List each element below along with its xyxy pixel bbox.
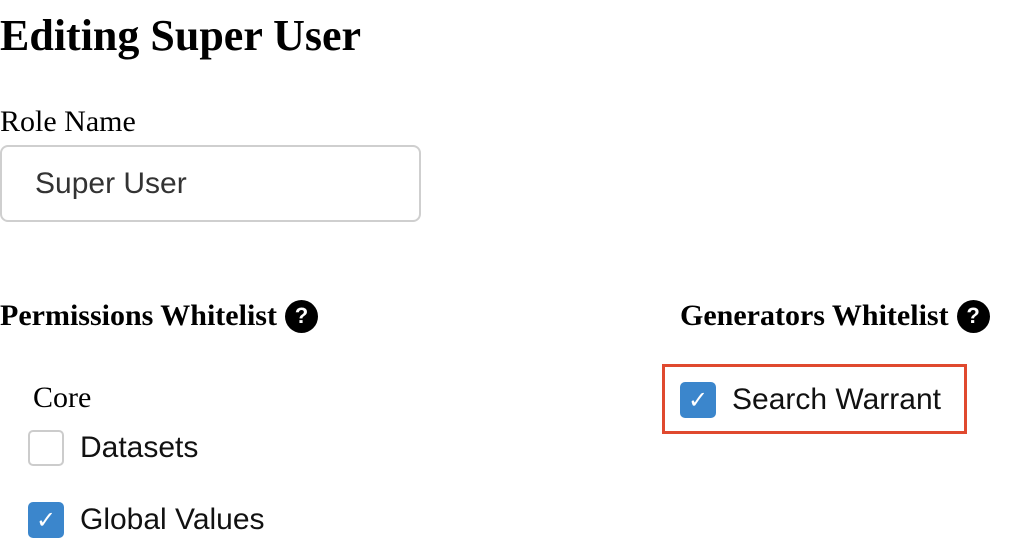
search-warrant-generator-option[interactable]: ✓ Search Warrant [680, 382, 941, 418]
permissions-whitelist-heading: Permissions Whitelist ? [0, 298, 318, 334]
permission-group-core-label: Core [33, 381, 92, 414]
datasets-checkbox-label: Datasets [80, 431, 199, 464]
generators-whitelist-heading: Generators Whitelist ? [680, 298, 990, 334]
global-values-checkbox-label: Global Values [80, 503, 265, 536]
global-values-permission-option[interactable]: ✓ Global Values [28, 502, 265, 538]
role-name-label: Role Name [0, 105, 136, 138]
role-name-input[interactable] [0, 145, 421, 222]
permissions-whitelist-title: Permissions Whitelist [0, 299, 277, 332]
page-title: Editing Super User [0, 11, 362, 60]
search-warrant-checkbox[interactable]: ✓ [680, 382, 716, 418]
question-circle-icon[interactable]: ? [956, 299, 990, 333]
global-values-checkbox[interactable]: ✓ [28, 502, 64, 538]
datasets-permission-option[interactable]: Datasets [28, 430, 198, 466]
datasets-checkbox[interactable] [28, 430, 64, 466]
search-warrant-checkbox-label: Search Warrant [732, 383, 941, 416]
generators-whitelist-title: Generators Whitelist [680, 299, 949, 332]
checkmark-icon: ✓ [35, 506, 57, 534]
checkmark-icon: ✓ [687, 386, 709, 414]
question-circle-icon[interactable]: ? [284, 299, 318, 333]
